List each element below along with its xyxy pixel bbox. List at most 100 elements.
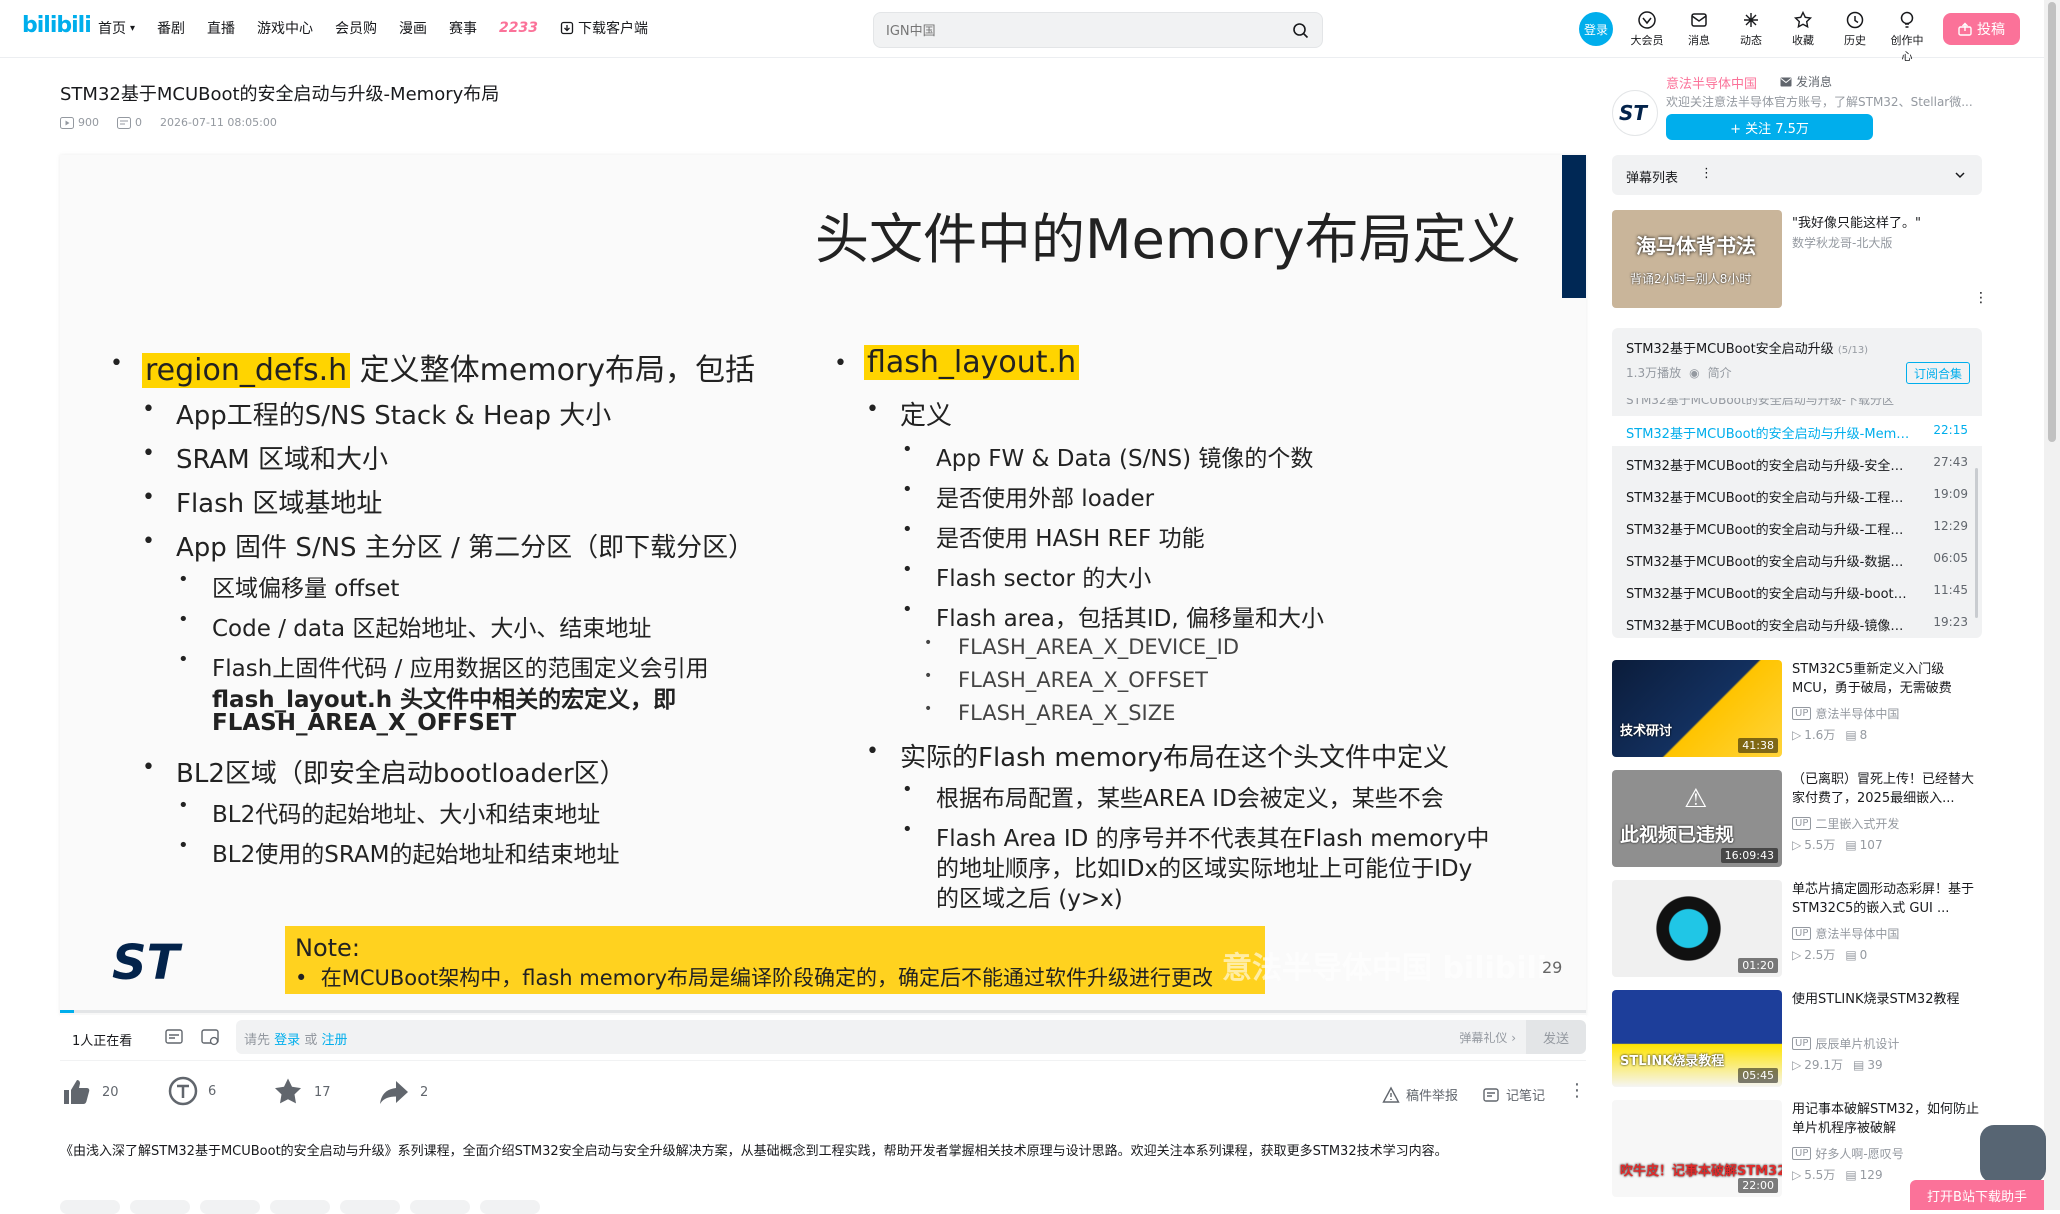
scrollbar-thumb[interactable]	[2048, 2, 2056, 442]
chat-bubble-icon[interactable]	[1980, 1125, 2046, 1183]
slide-left-subitem: 区域偏移量 offset	[212, 576, 400, 602]
danmaku-settings-icon[interactable]	[200, 1027, 220, 1047]
recommended-video[interactable]: 01:20 单芯片搞定圆形动态彩屏！基于STM32C5的嵌入式 GUI ... UP…	[1612, 880, 1982, 980]
danmaku-input[interactable]: 请先 登录 或 注册 弹幕礼仪 ›	[236, 1020, 1526, 1054]
slide-right-heading: flash_layout.h	[864, 345, 1080, 380]
slide-left-heading: region_defs.h 定义整体memory布局，包括	[142, 345, 755, 389]
uploader-avatar[interactable]: ST	[1612, 90, 1658, 136]
ad-thumbnail: 海马体背书法 背诵2小时=别人8小时	[1612, 210, 1782, 308]
tag[interactable]	[270, 1200, 330, 1214]
collection-scrollbar[interactable]	[1975, 468, 1978, 618]
collection-episode[interactable]: STM32基于MCUBoot的安全启动与升级-镜像数据校验 19:23	[1612, 608, 1982, 638]
coin-button[interactable]: 6	[168, 1076, 216, 1106]
login-avatar-button[interactable]: 登录	[1579, 12, 1613, 46]
play-count: ▷ 2.5万	[1792, 947, 1836, 963]
video-duration: 01:20	[1738, 958, 1778, 973]
send-danmaku-button[interactable]: 发送	[1526, 1020, 1586, 1054]
messages-button[interactable]: 消息	[1680, 10, 1718, 64]
download-helper-button[interactable]: 打开B站下载助手	[1910, 1180, 2044, 1210]
danmaku-etiquette-link[interactable]: 弹幕礼仪 ›	[1459, 1029, 1516, 1046]
more-options-icon[interactable]: ⋮	[1568, 1080, 1586, 1101]
video-uploader[interactable]: UP 二里嵌入式开发	[1792, 815, 1899, 832]
nav-manga[interactable]: 漫画	[399, 18, 427, 38]
search-input[interactable]	[886, 21, 1286, 41]
slide-right-item: 定义	[900, 401, 953, 431]
danmaku-toggle-icon[interactable]	[164, 1027, 184, 1047]
recommended-video[interactable]: STLINK烧录教程 05:45 使用STLINK烧录STM32教程 UP 辰辰单片机设…	[1612, 990, 1982, 1090]
uploader-name[interactable]: 意法半导体中国	[1666, 73, 1757, 92]
nav-2233[interactable]: 2233	[499, 18, 538, 38]
collection-episode[interactable]: STM32基于MCUBoot的安全启动与升级-boot_go流程 11:45	[1612, 576, 1982, 606]
tag[interactable]	[410, 1200, 470, 1214]
video-thumbnail: 此视频已违规 ⚠ 16:09:43	[1612, 770, 1782, 867]
episode-duration: 19:09	[1933, 487, 1968, 501]
danmaku-icon: ▤	[1845, 837, 1857, 852]
slide-left-subitem: FLASH_AREA_X_OFFSET	[212, 710, 517, 736]
progress-bar[interactable]	[60, 1010, 1586, 1013]
search-box	[873, 12, 1323, 48]
report-button[interactable]: 稿件举报	[1382, 1085, 1458, 1104]
collection-episode[interactable]: STM32基于MCUBoot的安全启动与升级-安全启动流程 27:43	[1612, 448, 1982, 478]
notes-button[interactable]: 记笔记	[1482, 1085, 1545, 1104]
nav-game-center[interactable]: 游戏中心	[257, 18, 313, 38]
slide-page-number: 29	[1542, 958, 1563, 977]
video-player[interactable]: 头文件中的Memory布局定义 • region_defs.h 定义整体memo…	[60, 155, 1586, 1015]
favorites-button[interactable]: 收藏	[1784, 10, 1822, 64]
tag[interactable]	[480, 1200, 540, 1214]
register-link[interactable]: 注册	[321, 1033, 347, 1048]
video-uploader[interactable]: UP 好多人啊-愿叹号	[1792, 1145, 1904, 1162]
collection-episode[interactable]: STM32基于MCUBoot的安全启动与升级-工程BL2配置 12:29	[1612, 512, 1982, 542]
send-message-button[interactable]: 发消息	[1780, 73, 1832, 90]
more-options-icon[interactable]: ⋮	[1700, 166, 1713, 181]
favorite-button[interactable]: 17	[272, 1076, 331, 1108]
video-thumbnail: 技术研讨 41:38	[1612, 660, 1782, 757]
nav-anime[interactable]: 番剧	[157, 18, 185, 38]
video-uploader[interactable]: UP 辰辰单片机设计	[1792, 1035, 1899, 1052]
subscribe-collection-button[interactable]: 订阅合集	[1906, 362, 1970, 384]
bullet-dot: •	[902, 779, 913, 800]
tag[interactable]	[340, 1200, 400, 1214]
dynamics-button[interactable]: 动态	[1732, 10, 1770, 64]
nav-live[interactable]: 直播	[207, 18, 235, 38]
collection-episode[interactable]: STM32基于MCUBoot的安全启动与升级-Memory布局 22:15	[1612, 416, 1982, 446]
nav-mall[interactable]: 会员购	[335, 18, 377, 38]
ad-card[interactable]: 海马体背书法 背诵2小时=别人8小时 "我好像只能这样了。" 数学秋龙哥-北大版…	[1612, 210, 1988, 310]
watermark: 意法半导体中国 bilibili	[1222, 951, 1548, 986]
login-link[interactable]: 登录	[274, 1033, 300, 1048]
search-icon[interactable]	[1292, 22, 1310, 40]
recommended-video[interactable]: 技术研讨 41:38 STM32C5重新定义入门级MCU，勇于破局，无需破费 UP 意法…	[1612, 660, 1982, 760]
more-options-icon[interactable]: ⋮	[1974, 290, 1988, 306]
bilibili-logo[interactable]: bilibili	[22, 13, 92, 43]
collection-episode[interactable]: STM32基于MCUBoot的安全启动与升级-数据与镜像 06:05	[1612, 544, 1982, 574]
nav-esports[interactable]: 赛事	[449, 18, 477, 38]
upload-icon	[1958, 22, 1972, 36]
video-uploader[interactable]: UP 意法半导体中国	[1792, 705, 1899, 722]
like-button[interactable]: 20	[60, 1076, 119, 1108]
follow-button[interactable]: + 关注 7.5万	[1666, 114, 1873, 140]
slide-right-subitem: 是否使用 HASH REF 功能	[936, 526, 1205, 552]
bullet-dot: •	[110, 351, 123, 376]
creator-center-button[interactable]: 创作中心	[1888, 10, 1926, 64]
tag[interactable]	[130, 1200, 190, 1214]
history-button[interactable]: 历史	[1836, 10, 1874, 64]
video-title: 用记事本破解STM32，如何防止单片机程序被破解	[1792, 1102, 1979, 1136]
bullet-dot: •	[834, 351, 847, 376]
upload-button[interactable]: 投稿	[1943, 13, 2020, 45]
play-count: ▷ 29.1万	[1792, 1057, 1843, 1073]
tag[interactable]	[60, 1200, 120, 1214]
tag[interactable]	[200, 1200, 260, 1214]
list-item: STM32基于MCUBoot的安全启动与升级-下载分区	[1626, 398, 1895, 406]
danmaku-list-toggle[interactable]: 弹幕列表 ⋮	[1612, 155, 1982, 195]
share-button[interactable]: 2	[378, 1076, 428, 1108]
recommended-video[interactable]: 此视频已违规 ⚠ 16:09:43 （已离职）冒死上传！已经替大家付费了，2025最细…	[1612, 770, 1982, 870]
play-icon: ▷	[1792, 1057, 1802, 1072]
collection-episode[interactable]: STM32基于MCUBoot的安全启动与升级-工程的编译 19:09	[1612, 480, 1982, 510]
vip-icon	[1638, 11, 1656, 29]
nav-home[interactable]: 首页 ▾	[98, 18, 135, 38]
nav-download-client[interactable]: 下载客户端	[560, 18, 648, 38]
collection-title[interactable]: STM32基于MCUBoot安全启动升级 (5/13)	[1626, 338, 1868, 357]
video-thumbnail: STLINK烧录教程 05:45	[1612, 990, 1782, 1087]
vip-button[interactable]: 大会员	[1628, 10, 1666, 64]
page-scrollbar[interactable]	[2044, 0, 2060, 1210]
video-uploader[interactable]: UP 意法半导体中国	[1792, 925, 1899, 942]
